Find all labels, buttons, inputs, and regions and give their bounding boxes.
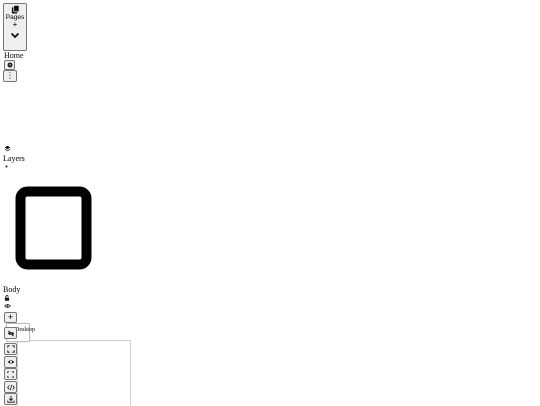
chevron-down-icon[interactable] — [10, 32, 20, 39]
more-vertical-icon: ⋮ — [6, 71, 14, 80]
gear-icon — [6, 62, 13, 68]
outline-icon — [7, 370, 14, 378]
fullscreen-icon — [6, 345, 15, 353]
code-icon — [6, 384, 15, 391]
square-frame-icon — [15, 186, 92, 270]
preview-button[interactable] — [4, 356, 17, 368]
add-page-symbol[interactable]: + — [13, 21, 18, 29]
download-button[interactable] — [4, 393, 17, 405]
fullscreen-button[interactable] — [4, 343, 17, 355]
code-button[interactable] — [4, 381, 17, 393]
hide-icon — [7, 330, 15, 337]
pages-icon — [11, 5, 20, 14]
download-icon — [6, 395, 15, 403]
lock-icon[interactable] — [4, 295, 10, 301]
page-more-button[interactable]: ⋮ — [3, 70, 17, 82]
pages-panel-toggle[interactable]: Pages + — [3, 3, 27, 51]
caret-icon[interactable] — [5, 165, 8, 168]
outline-button[interactable] — [4, 368, 17, 380]
canvas-frame[interactable] — [17, 340, 131, 406]
layer-body-label[interactable]: Body — [3, 286, 20, 294]
layers-icon — [4, 145, 11, 152]
add-layer-symbol: + — [7, 312, 14, 322]
add-layer-button[interactable]: + — [4, 312, 17, 323]
hide-button[interactable] — [4, 327, 17, 339]
preview-icon — [7, 359, 15, 365]
desktop-tooltip-text: Desktop — [15, 327, 35, 333]
page-settings-button[interactable] — [4, 60, 15, 70]
layers-title: Layers — [3, 154, 25, 163]
page-item-home-label[interactable]: Home — [4, 52, 24, 60]
eye-icon[interactable] — [4, 303, 11, 309]
